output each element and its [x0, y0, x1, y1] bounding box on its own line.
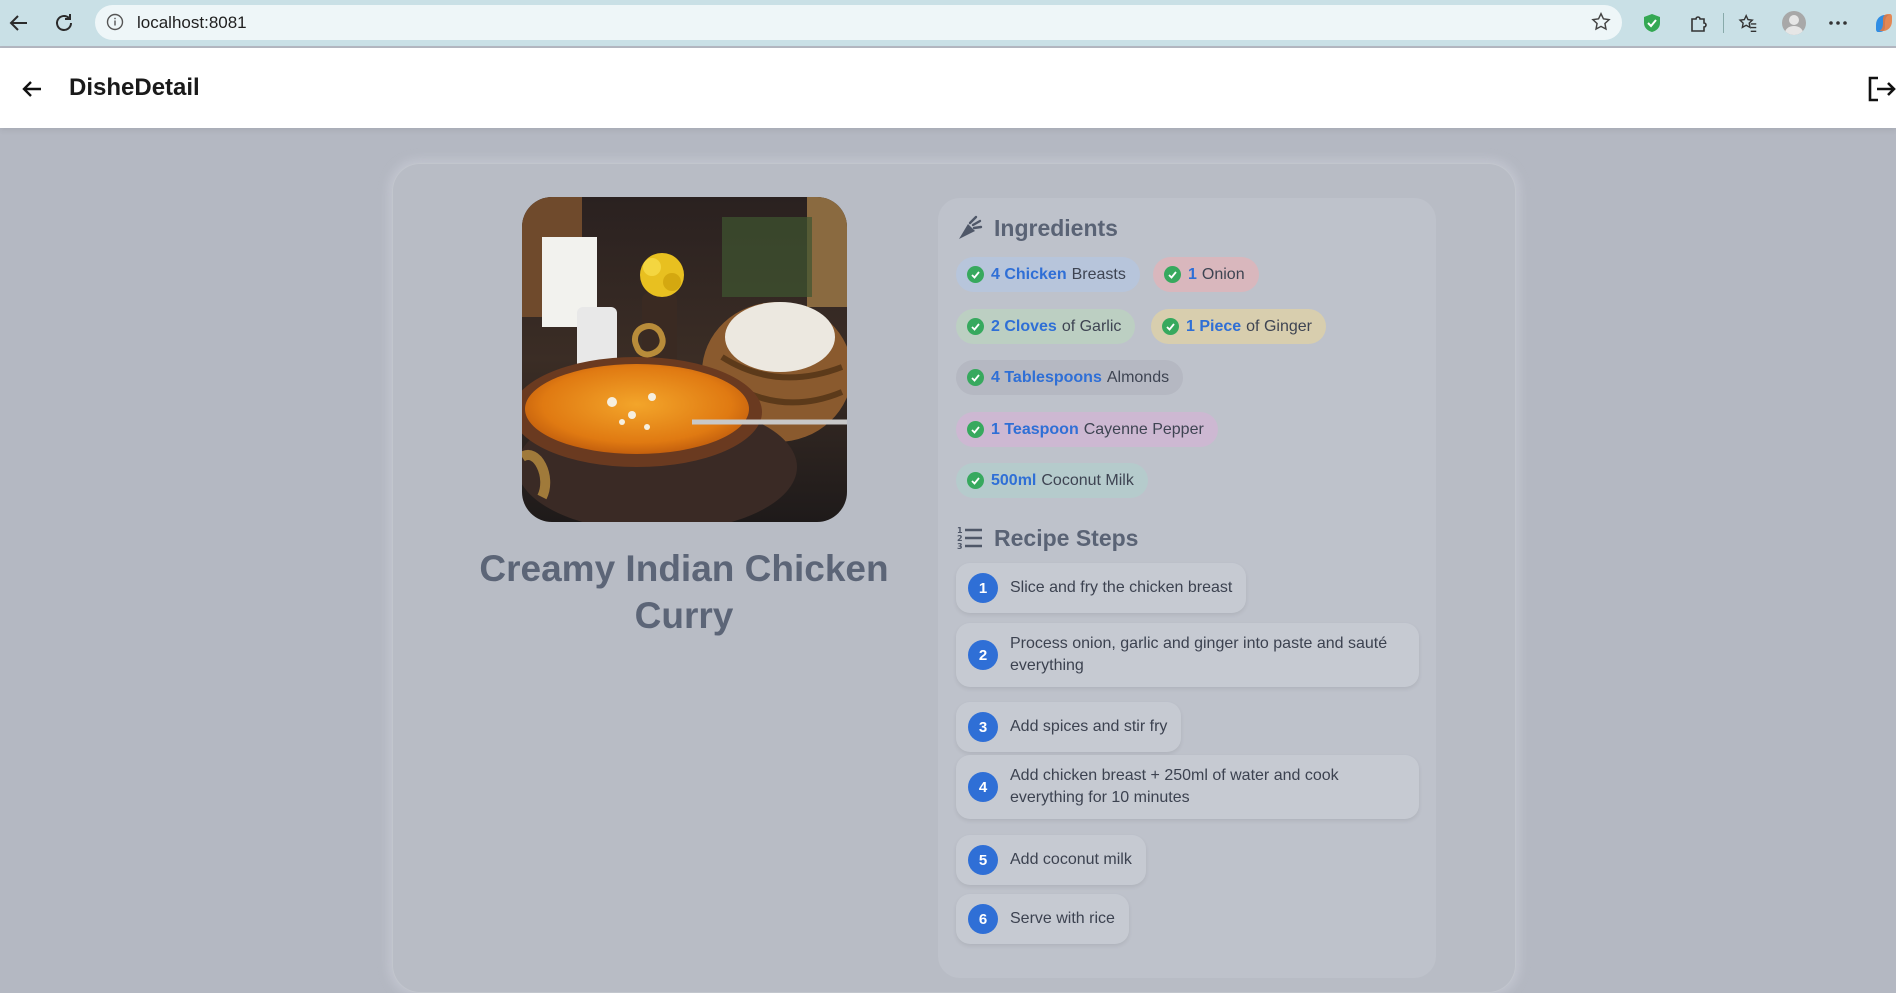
dish-title: Creamy Indian Chicken Curry: [479, 548, 889, 636]
favorites-icon[interactable]: [1732, 7, 1764, 39]
browser-toolbar: localhost:8081: [0, 0, 1896, 46]
check-icon: [1162, 318, 1179, 335]
check-icon: [967, 369, 984, 386]
page-title: DisheDetail: [69, 74, 200, 101]
ingredient-name: Almonds: [1106, 368, 1170, 386]
address-bar[interactable]: localhost:8081: [95, 5, 1622, 40]
shield-extension-icon[interactable]: [1636, 7, 1668, 39]
ingredients-heading-text: Ingredients: [994, 214, 1118, 241]
dish-image: [522, 197, 847, 522]
ingredient-chip: 2 Cloves of Garlic: [956, 309, 1136, 344]
toolbar-divider: [1723, 13, 1724, 33]
carrot-icon: [956, 214, 984, 242]
step-number: 5: [968, 845, 998, 875]
ingredient-chip: 1 Onion: [1153, 257, 1259, 292]
ingredient-name: Breasts: [1071, 265, 1126, 283]
arrow-left-icon: [22, 81, 41, 97]
copilot-icon[interactable]: [1868, 7, 1896, 39]
step-text: Add coconut milk: [1010, 851, 1132, 868]
ingredient-qty: 2 Cloves: [991, 317, 1057, 335]
arrow-left-icon: [9, 15, 27, 31]
step-text: Process onion, garlic and ginger into pa…: [1010, 635, 1388, 674]
favorite-star-icon[interactable]: [1590, 11, 1612, 38]
step-text: Add chicken breast + 250ml of water and …: [1010, 767, 1339, 806]
step-number: 1: [968, 573, 998, 603]
logout-icon: [1868, 76, 1896, 102]
ingredients-heading: Ingredients: [956, 214, 1118, 242]
url-text: localhost:8081: [137, 12, 247, 32]
ingredient-chip: 500ml Coconut Milk: [956, 463, 1148, 498]
ingredient-chip: 4 Tablespoons Almonds: [956, 360, 1184, 395]
recipe-steps-heading-text: Recipe Steps: [994, 524, 1139, 551]
profile-avatar[interactable]: [1778, 7, 1810, 39]
step-number: 3: [968, 712, 998, 742]
ingredient-qty: 1 Teaspoon: [991, 420, 1079, 438]
recipe-step: 2 Process onion, garlic and ginger into …: [956, 623, 1419, 687]
step-text: Slice and fry the chicken breast: [1010, 579, 1233, 596]
recipe-step: 3 Add spices and stir fry: [956, 702, 1182, 752]
more-options-icon[interactable]: [1822, 7, 1854, 39]
reload-icon: [56, 14, 72, 31]
ingredient-name: Onion: [1201, 265, 1245, 283]
recipe-step: 6 Serve with rice: [956, 894, 1129, 944]
check-icon: [967, 472, 984, 489]
app-header: DisheDetail: [0, 48, 1896, 128]
ingredient-name: Cayenne Pepper: [1083, 420, 1204, 438]
numbered-list-icon: 1 2 3: [956, 524, 984, 552]
recipe-step: 1 Slice and fry the chicken breast: [956, 563, 1247, 613]
step-number: 2: [968, 640, 998, 670]
extensions-puzzle-icon[interactable]: [1682, 7, 1714, 39]
ingredient-name: Coconut Milk: [1041, 471, 1134, 489]
recipe-step: 5 Add coconut milk: [956, 835, 1146, 885]
browser-back-button[interactable]: [3, 7, 35, 39]
step-text: Serve with rice: [1010, 910, 1115, 927]
check-icon: [967, 318, 984, 335]
ingredient-name: of Ginger: [1246, 317, 1312, 335]
logout-button[interactable]: [1866, 74, 1896, 104]
site-info-icon[interactable]: [106, 13, 124, 36]
check-icon: [967, 421, 984, 438]
ingredient-qty: 500ml: [991, 471, 1037, 489]
ingredient-name: of Garlic: [1061, 317, 1122, 335]
step-number: 4: [968, 772, 998, 802]
ingredient-chip: 4 Chicken Breasts: [956, 257, 1140, 292]
ingredient-chip: 1 Piece of Ginger: [1151, 309, 1326, 344]
browser-reload-button[interactable]: [48, 7, 80, 39]
ingredient-qty: 1: [1188, 265, 1197, 283]
svg-text:3: 3: [957, 542, 963, 551]
ingredient-chip: 1 Teaspoon Cayenne Pepper: [956, 412, 1218, 447]
recipe-steps-heading: 1 2 3 Recipe Steps: [956, 524, 1138, 552]
step-text: Add spices and stir fry: [1010, 718, 1168, 735]
check-icon: [967, 266, 984, 283]
step-number: 6: [968, 904, 998, 934]
back-button[interactable]: [15, 72, 49, 106]
ingredient-qty: 4 Chicken: [991, 265, 1067, 283]
ingredient-qty: 4 Tablespoons: [991, 368, 1102, 386]
ingredient-qty: 1 Piece: [1186, 317, 1242, 335]
check-icon: [1164, 266, 1181, 283]
recipe-step: 4 Add chicken breast + 250ml of water an…: [956, 755, 1419, 819]
